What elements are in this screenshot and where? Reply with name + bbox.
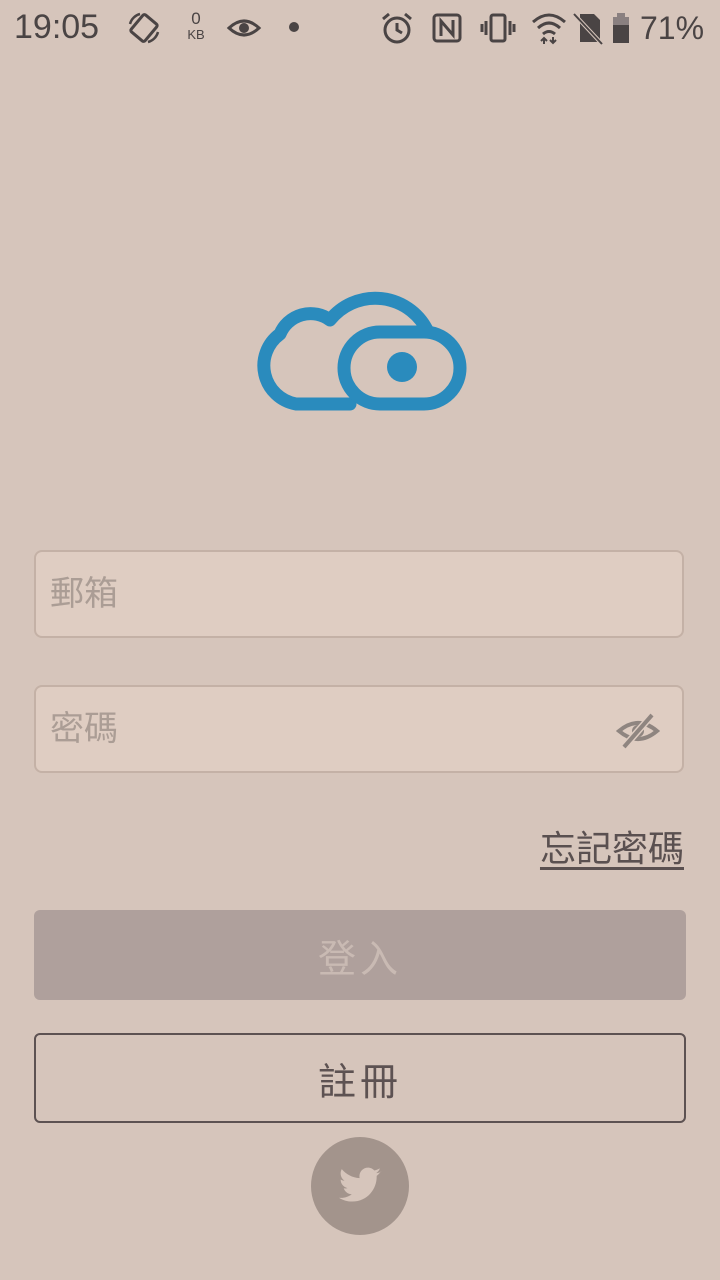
- cloud-logo: [257, 291, 467, 411]
- battery-percent: 71%: [640, 10, 705, 46]
- rotate-icon: [128, 12, 160, 44]
- eye-icon: [226, 19, 262, 37]
- status-bar: 19:05 0 KB 71%: [0, 0, 720, 56]
- dot-icon: [289, 22, 299, 32]
- twitter-icon: [338, 1167, 382, 1202]
- nfc-icon: [432, 13, 462, 43]
- register-button[interactable]: 註冊: [34, 1033, 686, 1123]
- forgot-password-link[interactable]: 忘記密碼: [540, 820, 684, 872]
- eye-off-icon[interactable]: [616, 711, 660, 751]
- data-speed-indicator: 0 KB: [184, 10, 208, 41]
- vibrate-icon: [480, 13, 516, 43]
- data-speed-unit: KB: [187, 27, 205, 42]
- password-field[interactable]: [50, 687, 610, 771]
- twitter-login-button[interactable]: [311, 1137, 409, 1235]
- email-field-container: [34, 550, 684, 638]
- alarm-icon: [382, 12, 412, 44]
- login-screen: 19:05 0 KB 71% 郵箱 忘記密碼 登入 註冊: [0, 0, 720, 1280]
- data-speed-value: 0: [191, 9, 201, 28]
- login-button[interactable]: 登入: [34, 910, 686, 1000]
- battery-icon: [613, 13, 629, 43]
- email-field[interactable]: [50, 552, 610, 636]
- no-sim-icon: [572, 12, 604, 46]
- status-time: 19:05: [14, 8, 100, 46]
- password-field-container: [34, 685, 684, 773]
- wifi-icon: [532, 13, 566, 45]
